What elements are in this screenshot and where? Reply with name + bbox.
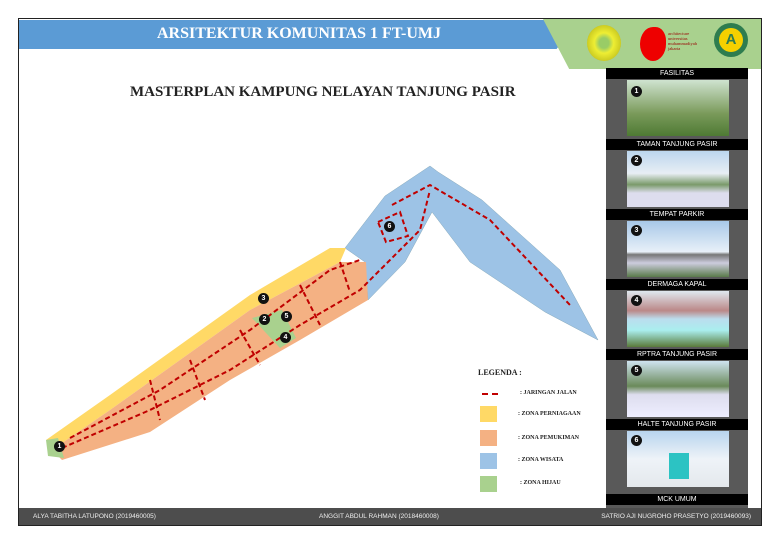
zona-wisata bbox=[344, 165, 599, 341]
facility-label-3: DERMAGA KAPAL bbox=[606, 279, 748, 290]
facility-label-5: HALTE TANJUNG PASIR bbox=[606, 419, 748, 430]
facility-label-2: TEMPAT PARKIR bbox=[606, 209, 748, 220]
author-3: SATRIO AJI NUGROHO PRASETYO (2019460093) bbox=[601, 513, 751, 520]
accreditation-badge: A bbox=[714, 23, 748, 57]
map-marker-2[interactable]: 2 bbox=[259, 314, 270, 325]
legend-label: : ZONA PERNIAGAAN bbox=[518, 411, 581, 417]
masterplan-map bbox=[46, 165, 599, 460]
legend-swatch-pemukiman bbox=[480, 430, 497, 446]
map-marker-3[interactable]: 3 bbox=[258, 293, 269, 304]
legend-road-swatch bbox=[482, 393, 498, 395]
author-2: ANGGIT ABDUL RAHMAN (2018460008) bbox=[319, 513, 439, 520]
legend: LEGENDA : : JARINGAN JALAN : ZONA PERNIA… bbox=[478, 368, 581, 492]
facility-photo-1[interactable]: 1 bbox=[627, 80, 729, 136]
facility-label-1: TAMAN TANJUNG PASIR bbox=[606, 139, 748, 150]
legend-label: : ZONA PEMUKIMAN bbox=[518, 435, 579, 441]
legend-swatch-perniagaan bbox=[480, 406, 497, 422]
map-marker-1[interactable]: 1 bbox=[54, 441, 65, 452]
facility-photo-2[interactable]: 2 bbox=[627, 151, 729, 207]
facilities-heading: FASILITAS bbox=[606, 68, 748, 79]
facility-photo-3[interactable]: 3 bbox=[627, 221, 729, 277]
legend-swatch-wisata bbox=[480, 453, 497, 469]
zona-pemukiman bbox=[52, 262, 368, 460]
legend-label: : ZONA HIJAU bbox=[520, 480, 561, 486]
legend-label: : ZONA WISATA bbox=[518, 457, 564, 463]
facility-photo-6[interactable]: 6 bbox=[627, 431, 729, 487]
map-marker-6[interactable]: 6 bbox=[384, 221, 395, 232]
author-1: ALYA TABITHA LATUPONO (2019460005) bbox=[33, 513, 156, 520]
facility-label-4: RPTRA TANJUNG PASIR bbox=[606, 349, 748, 360]
legend-label: : JARINGAN JALAN bbox=[520, 390, 577, 396]
facility-photo-4[interactable]: 4 bbox=[627, 291, 729, 347]
facilities-panel: FASILITAS 1 TAMAN TANJUNG PASIR 2 TEMPAT… bbox=[606, 68, 748, 508]
map-marker-5[interactable]: 5 bbox=[281, 311, 292, 322]
facility-photo-5[interactable]: 5 bbox=[627, 361, 729, 417]
map-marker-4[interactable]: 4 bbox=[280, 332, 291, 343]
legend-title: LEGENDA : bbox=[478, 368, 522, 377]
facility-label-6: MCK UMUM bbox=[606, 494, 748, 505]
architecture-logo: architecture universitas muhammadiyah ja… bbox=[640, 25, 708, 63]
footer-bar: ALYA TABITHA LATUPONO (2019460005) ANGGI… bbox=[19, 508, 761, 525]
legend-swatch-hijau bbox=[480, 476, 497, 492]
